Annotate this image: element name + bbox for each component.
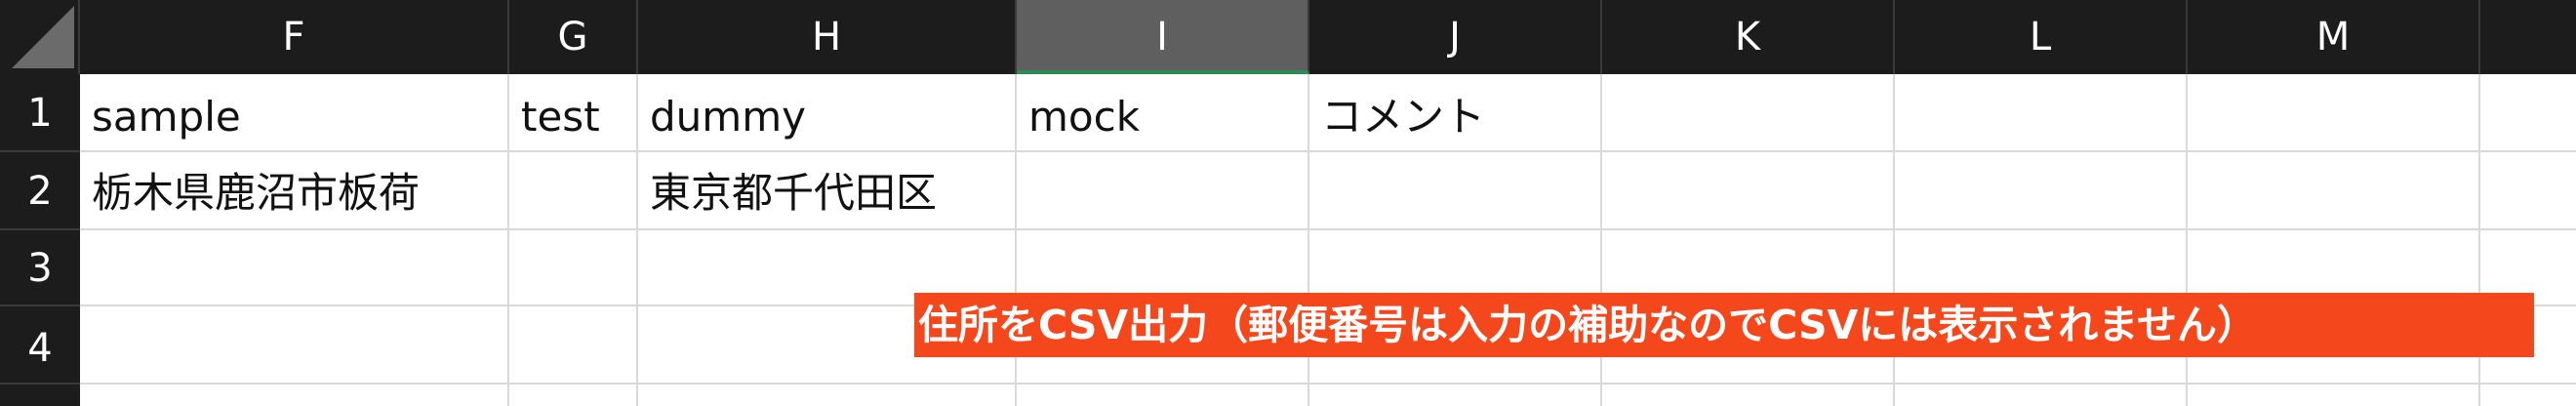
- cell-m2[interactable]: [2188, 152, 2480, 230]
- cell-k1[interactable]: [1602, 74, 1895, 152]
- select-all-triangle-icon: [12, 6, 74, 68]
- cell-h5[interactable]: [638, 385, 1017, 406]
- column-header-i[interactable]: I: [1017, 0, 1309, 74]
- csv-output-note-banner: 住所をCSV出力（郵便番号は入力の補助なのでCSVには表示されません）: [914, 293, 2534, 357]
- cell-f1[interactable]: sample: [80, 74, 509, 152]
- column-header-n[interactable]: [2480, 0, 2576, 74]
- row-header-3[interactable]: 3: [0, 230, 80, 306]
- cell-k2[interactable]: [1602, 152, 1895, 230]
- row-header-2[interactable]: 2: [0, 152, 80, 230]
- column-header-h[interactable]: H: [638, 0, 1017, 74]
- cell-f3[interactable]: [80, 230, 509, 306]
- row-header-column: 1 2 3 4: [0, 74, 80, 406]
- cell-i5[interactable]: [1017, 385, 1309, 406]
- cell-g5[interactable]: [509, 385, 638, 406]
- cell-l1[interactable]: [1895, 74, 2188, 152]
- cell-j5[interactable]: [1309, 385, 1602, 406]
- cell-n1[interactable]: [2480, 74, 2576, 152]
- select-all-corner[interactable]: [0, 0, 80, 74]
- cell-g1[interactable]: test: [509, 74, 638, 152]
- column-header-row: F G H I J K L M: [80, 0, 2576, 74]
- cell-g3[interactable]: [509, 230, 638, 306]
- cell-m5[interactable]: [2188, 385, 2480, 406]
- cell-i1[interactable]: mock: [1017, 74, 1309, 152]
- row-header-5[interactable]: [0, 385, 80, 406]
- cell-h2[interactable]: 東京都千代田区: [638, 152, 1017, 230]
- cell-n5[interactable]: [2480, 385, 2576, 406]
- column-header-m[interactable]: M: [2188, 0, 2480, 74]
- cell-f2[interactable]: 栃木県鹿沼市板荷: [80, 152, 509, 230]
- cell-i2[interactable]: [1017, 152, 1309, 230]
- column-header-j[interactable]: J: [1309, 0, 1602, 74]
- cell-m1[interactable]: [2188, 74, 2480, 152]
- column-header-f[interactable]: F: [80, 0, 509, 74]
- cell-f4[interactable]: [80, 306, 509, 385]
- spreadsheet: F G H I J K L M 1 2 3 4 sample test dumm…: [0, 0, 2576, 406]
- cell-l5[interactable]: [1895, 385, 2188, 406]
- column-header-g[interactable]: G: [509, 0, 638, 74]
- cell-g2[interactable]: [509, 152, 638, 230]
- cell-f5[interactable]: [80, 385, 509, 406]
- row-header-4[interactable]: 4: [0, 306, 80, 385]
- cell-l2[interactable]: [1895, 152, 2188, 230]
- column-header-l[interactable]: L: [1895, 0, 2188, 74]
- cell-n2[interactable]: [2480, 152, 2576, 230]
- column-header-k[interactable]: K: [1602, 0, 1895, 74]
- cell-h1[interactable]: dummy: [638, 74, 1017, 152]
- cell-g4[interactable]: [509, 306, 638, 385]
- cell-j1[interactable]: コメント: [1309, 74, 1602, 152]
- cell-j2[interactable]: [1309, 152, 1602, 230]
- cell-k5[interactable]: [1602, 385, 1895, 406]
- row-header-1[interactable]: 1: [0, 74, 80, 152]
